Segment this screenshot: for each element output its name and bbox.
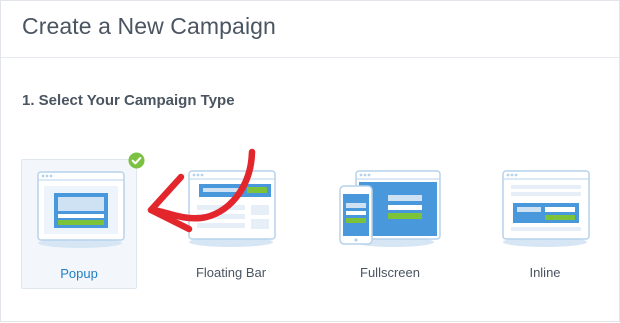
popup-illustration-icon bbox=[37, 171, 125, 248]
campaign-type-inline[interactable]: Inline bbox=[487, 159, 603, 289]
campaign-type-label: Inline bbox=[529, 265, 561, 280]
campaign-type-label: Popup bbox=[60, 266, 98, 281]
header-divider bbox=[1, 57, 620, 58]
campaign-type-label: Fullscreen bbox=[360, 265, 420, 280]
campaign-type-floating-bar[interactable]: Floating Bar bbox=[173, 159, 289, 289]
campaign-panel: Create a New Campaign 1. Select Your Cam… bbox=[0, 0, 620, 322]
inline-illustration-icon bbox=[502, 170, 590, 247]
campaign-type-label: Floating Bar bbox=[195, 265, 267, 280]
floating-bar-illustration-icon bbox=[188, 170, 276, 247]
campaign-type-fullscreen[interactable]: Fullscreen bbox=[332, 159, 448, 289]
check-circle-icon bbox=[128, 152, 145, 169]
step-title: 1. Select Your Campaign Type bbox=[22, 92, 235, 109]
campaign-type-popup[interactable]: Popup bbox=[21, 159, 137, 289]
page-title: Create a New Campaign bbox=[22, 13, 276, 39]
fullscreen-illustration-icon bbox=[339, 170, 441, 247]
